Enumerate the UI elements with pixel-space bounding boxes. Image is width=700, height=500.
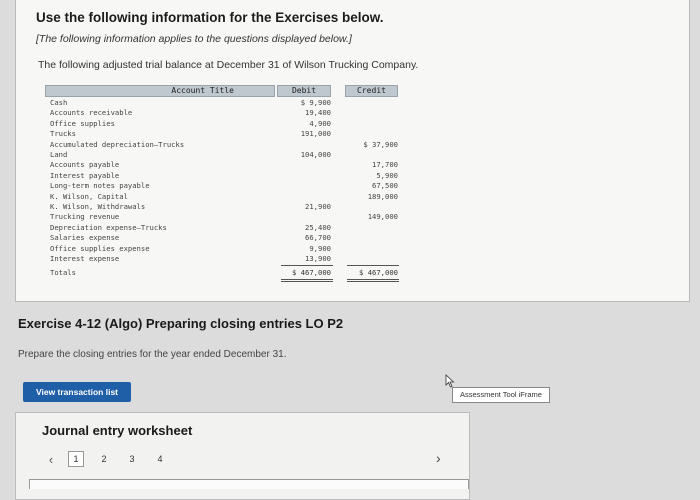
view-transaction-list-button[interactable]: View transaction list [23,382,131,402]
account-cell: Salaries expense [50,233,120,243]
table-row: Depreciation expense–Trucks 25,400 [45,223,405,233]
account-cell: Interest expense [50,254,120,263]
debit-double-rule-1 [281,279,333,281]
credit-cell: $ 37,900 [363,139,398,149]
account-cell: Office supplies expense [50,243,150,253]
account-cell: Interest payable [50,170,120,180]
table-row: Trucking revenue 149,000 [45,212,405,222]
table-row: Office supplies expense 9,900 [45,244,405,254]
table-row: Interest payable 5,900 [45,171,405,181]
table-row: K. Wilson, Withdrawals 21,900 [45,202,405,212]
debit-total-rule [281,265,333,267]
debit-cell: 9,900 [309,243,331,253]
page-2[interactable]: 2 [90,454,118,464]
table-row: Interest expense 13,900 [45,254,405,264]
trial-balance-table: Account Title Debit Credit Cash $ 9,900 Ac… [45,85,405,285]
debit-cell: 4,900 [309,118,331,128]
table-row: K. Wilson, Capital 189,000 [45,192,405,202]
exercise-title: Exercise 4-12 (Algo) Preparing closing e… [18,316,344,331]
account-cell: Office supplies [50,118,115,128]
debit-cell: 19,400 [305,108,331,118]
assessment-tool-iframe[interactable]: Assessment Tool iFrame [452,387,550,403]
account-cell: Long-term notes payable [50,181,150,191]
chevron-right-icon[interactable]: › [436,450,441,466]
credit-double-rule-1 [347,279,399,281]
account-cell: Cash [50,98,68,107]
account-cell: Trucks [50,129,76,139]
totals-label: Totals [50,268,76,278]
table-row: Cash $ 9,900 [45,98,405,108]
journal-entry-worksheet-panel: Journal entry worksheet ‹ 1 2 3 4 [15,412,470,500]
exercise-prompt: Prepare the closing entries for the year… [18,349,287,360]
debit-cell: 21,900 [305,202,331,211]
credit-double-rule-2 [347,281,399,283]
cursor-icon [445,374,455,388]
account-cell: K. Wilson, Capital [50,191,128,201]
debit-cell: 191,000 [300,129,331,139]
credit-cell: 149,000 [367,212,398,222]
worksheet-pager: ‹ 1 2 3 4 [40,451,174,467]
table-row: Office supplies 4,900 [45,119,405,129]
page-4[interactable]: 4 [146,454,174,464]
account-cell: Accumulated depreciation–Trucks [50,139,185,149]
instructions-subtitle: [The following information applies to th… [36,33,352,45]
debit-header: Debit [277,85,331,97]
account-title-header: Account Title [45,85,275,97]
debit-total: $ 467,000 [292,268,331,278]
account-cell: K. Wilson, Withdrawals [50,202,146,211]
credit-cell: 67,500 [372,181,398,191]
table-row: Accounts receivable 19,400 [45,108,405,118]
page-1[interactable]: 1 [68,451,84,467]
totals-row: Totals $ 467,000 $ 467,000 [45,268,405,278]
worksheet-title: Journal entry worksheet [42,423,193,438]
credit-total: $ 467,000 [359,268,398,278]
debit-double-rule-2 [281,281,333,283]
account-cell: Accounts payable [50,160,120,170]
table-row: Accounts payable 17,700 [45,160,405,170]
account-cell: Accounts receivable [50,108,133,118]
credit-header: Credit [345,85,398,97]
table-row: Accumulated depreciation–Trucks $ 37,900 [45,140,405,150]
page-3[interactable]: 3 [118,454,146,464]
account-cell: Depreciation expense–Trucks [50,222,167,232]
table-row: Land 104,000 [45,150,405,160]
debit-cell: $ 9,900 [300,98,331,107]
credit-cell: 5,900 [376,170,398,180]
account-cell: Trucking revenue [50,212,120,222]
instructions-title: Use the following information for the Ex… [36,10,384,25]
table-row: Salaries expense 66,700 [45,233,405,243]
debit-cell: 104,000 [300,150,331,159]
credit-cell: 17,700 [372,160,398,170]
table-row: Trucks 191,000 [45,129,405,139]
account-cell: Land [50,150,68,159]
chevron-left-icon[interactable]: ‹ [40,452,62,467]
credit-cell: 189,000 [367,191,398,201]
debit-cell: 66,700 [305,233,331,243]
table-row: Long-term notes payable 67,500 [45,181,405,191]
trial-balance-intro: The following adjusted trial balance at … [38,59,419,71]
debit-cell: 25,400 [305,222,331,232]
credit-total-rule [347,265,399,267]
debit-cell: 13,900 [305,254,331,263]
worksheet-entry-strip [29,479,469,489]
